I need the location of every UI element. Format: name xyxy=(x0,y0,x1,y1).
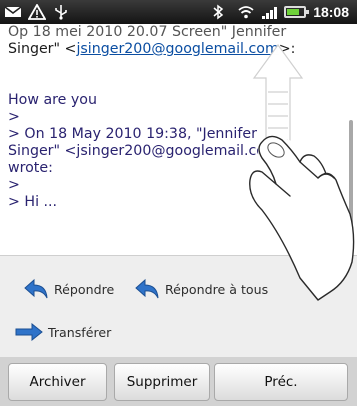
forward-label: Transférer xyxy=(48,324,112,340)
bottom-button-bar: Archiver Supprimer Préc. xyxy=(0,357,357,406)
quote-line: > xyxy=(8,177,20,193)
delete-button[interactable]: Supprimer xyxy=(114,363,210,401)
quote-line: > xyxy=(8,109,20,125)
reply-button[interactable]: Répondre xyxy=(22,278,114,300)
bluetooth-icon xyxy=(212,4,230,20)
sender-line: Singer" <jsinger200@googlemail.com>: xyxy=(8,41,336,58)
greeting-line: How are you xyxy=(8,92,97,108)
wifi-icon xyxy=(237,4,255,20)
reply-arrow-icon xyxy=(24,278,48,299)
email-notification-icon xyxy=(4,4,22,20)
previous-button[interactable]: Préc. xyxy=(214,363,348,401)
battery-icon xyxy=(284,6,310,18)
reply-all-arrow-icon xyxy=(135,278,159,299)
quoted-header-line: Op 18 mei 2010 20.07 Screen" Jennifer xyxy=(8,24,287,40)
signal-icon xyxy=(262,5,278,19)
quote-line: > On 18 May 2010 19:38, "Jennifer xyxy=(8,126,257,142)
blank-space xyxy=(8,58,336,92)
message-body[interactable]: Op 18 mei 2010 20.07 Screen" Jennifer Si… xyxy=(8,24,336,249)
sender-email-link[interactable]: jsinger200@googlemail.com xyxy=(76,41,278,57)
scrollbar[interactable] xyxy=(349,120,353,230)
quote-line: wrote: xyxy=(8,160,53,176)
forward-arrow-icon xyxy=(15,323,43,341)
reply-label: Répondre xyxy=(54,281,115,297)
usb-icon xyxy=(52,4,70,20)
quote-line: > Hi ... xyxy=(8,194,58,210)
status-bar-left xyxy=(4,3,70,21)
status-time: 18:08 xyxy=(313,4,349,20)
reply-actions-panel: Répondre Répondre à tous Transférer xyxy=(0,255,357,358)
reply-all-label: Répondre à tous xyxy=(165,281,269,297)
reply-all-button[interactable]: Répondre à tous xyxy=(133,278,268,300)
quote-line: Singer" <jsinger200@googlemail.com> xyxy=(8,143,291,159)
warning-icon xyxy=(27,3,47,20)
archive-button[interactable]: Archiver xyxy=(8,363,107,401)
sender-prefix: Singer" < xyxy=(8,41,77,57)
forward-button[interactable]: Transférer xyxy=(14,323,111,341)
status-bar-right: 18:08 xyxy=(212,3,349,21)
sender-suffix: >: xyxy=(278,41,296,57)
status-bar: 18:08 xyxy=(0,0,357,24)
